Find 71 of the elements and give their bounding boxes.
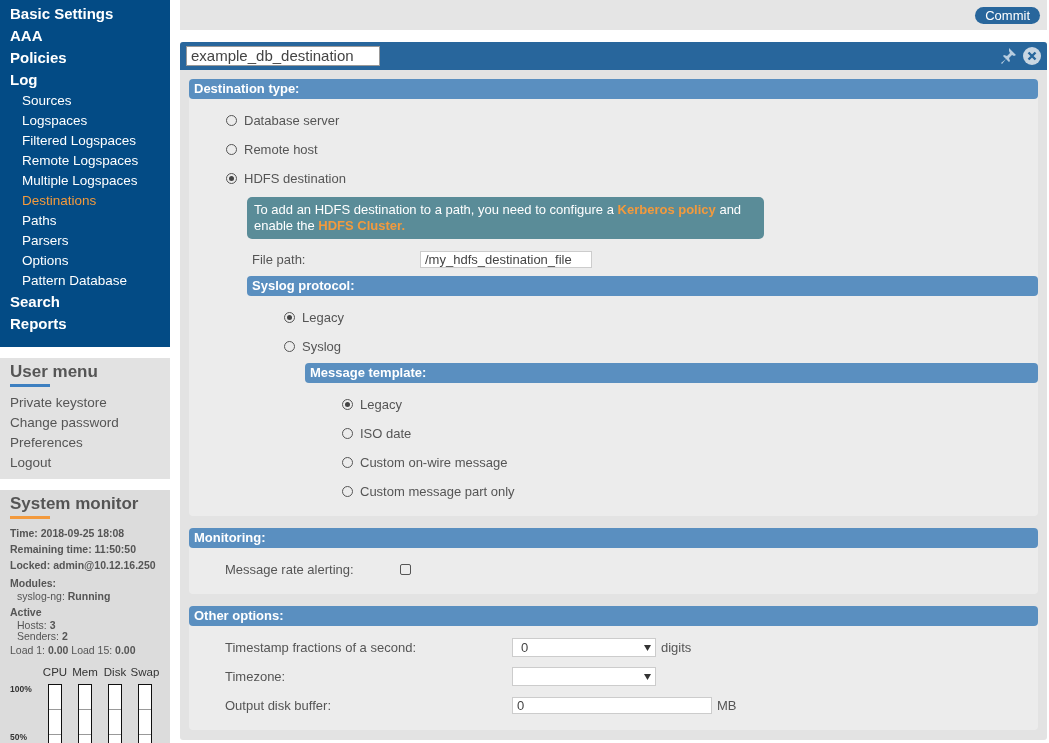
radio-label[interactable]: Legacy [360,397,402,412]
caret-icon [644,673,651,680]
section-header: Syslog protocol: [247,276,1038,296]
monitor-text: Remaining time: 11:50:50 [10,542,138,557]
title-underline [10,384,50,387]
gauge-label: Disk [102,666,128,678]
radio-label[interactable]: ISO date [360,426,412,441]
section-header: Message template: [305,363,1038,383]
commit-button[interactable]: Commit [975,6,1040,24]
monitor-text: Locked: admin@10.12.16.250 [10,558,157,573]
field-label: File path: [252,252,307,267]
nav-subitem[interactable]: Pattern Database [0,271,170,291]
field-label: Output disk buffer: [225,698,332,713]
nav-subitem[interactable]: Options [0,251,170,271]
input-field[interactable]: 0 [512,697,712,714]
user-menu-title: User menu [10,362,98,382]
gauge-label: CPU [41,666,69,678]
user-menu-item[interactable]: Change password [10,413,160,433]
radio-label[interactable]: Database server [244,113,340,128]
radio-label[interactable]: Remote host [244,142,318,157]
dropdown[interactable]: 0 [512,638,656,657]
nav-item[interactable]: Policies [0,47,170,69]
monitor-text: Active [10,605,43,620]
nav-subitem[interactable]: Parsers [0,231,170,251]
pin-icon[interactable] [999,47,1017,65]
nav-item[interactable]: Search [0,291,170,313]
monitor-text: Load 1: 0.00 Load 15: 0.00 [10,643,137,658]
monitor-text: syslog-ng: Running [16,591,112,602]
section-header: Destination type: [189,79,1038,99]
nav-subitem[interactable]: Logspaces [0,111,170,131]
input-field[interactable]: /my_hdfs_destination_file [420,251,592,268]
radio-label[interactable]: Syslog [302,339,342,354]
field-label: Timezone: [225,669,287,684]
close-icon[interactable] [1023,47,1041,65]
radio-label[interactable]: Custom on-wire message [360,455,508,470]
nav-subitem[interactable]: Sources [0,91,170,111]
name-field[interactable]: example_db_destination [186,46,380,66]
nav-subitem[interactable]: Remote Logspaces [0,151,170,171]
gauge-label: Mem [71,666,99,678]
section-header: Other options: [189,606,1038,626]
title-underline [10,516,50,519]
monitor-text: Hosts: 3 [16,620,57,631]
info-note: To add an HDFS destination to a path, you need to configure a Kerberos policy and enable the HDFS Cluster. [247,197,764,239]
nav-subitem[interactable]: Paths [0,211,170,231]
field-label: Message rate alerting: [225,562,355,577]
nav-item[interactable]: Basic Settings [0,3,170,25]
field-label: Timestamp fractions of a second: [225,640,417,655]
monitor-text: Modules: [10,576,58,591]
radio-label[interactable]: Custom message part only [360,484,515,499]
nav-item[interactable]: Reports [0,313,170,335]
radio-label[interactable]: HDFS destination [244,171,346,186]
user-menu-item[interactable]: Private keystore [10,393,160,413]
nav-item[interactable]: AAA [0,25,170,47]
monitor-text: Time: 2018-09-25 18:08 [10,526,126,541]
nav-subitem[interactable]: Destinations [0,191,170,211]
unit-label: MB [717,698,737,713]
section-header: Monitoring: [189,528,1038,548]
radio-label[interactable]: Legacy [302,310,344,325]
user-menu-item[interactable]: Preferences [10,433,160,453]
user-menu-item[interactable]: Logout [10,453,160,473]
checkbox[interactable] [400,564,411,575]
caret-icon [644,644,651,651]
gauge-tick-label: 100% [10,684,33,694]
nav-subitem[interactable]: Multiple Logspaces [0,171,170,191]
nav-subitem[interactable]: Filtered Logspaces [0,131,170,151]
system-monitor-title: System monitor [10,494,139,514]
monitor-text: Senders: 2 [16,631,69,642]
gauge-label: Swap [130,666,160,678]
gauge-tick-label: 50% [10,732,28,742]
unit-label: digits [661,640,692,655]
nav-item[interactable]: Log [0,69,170,91]
